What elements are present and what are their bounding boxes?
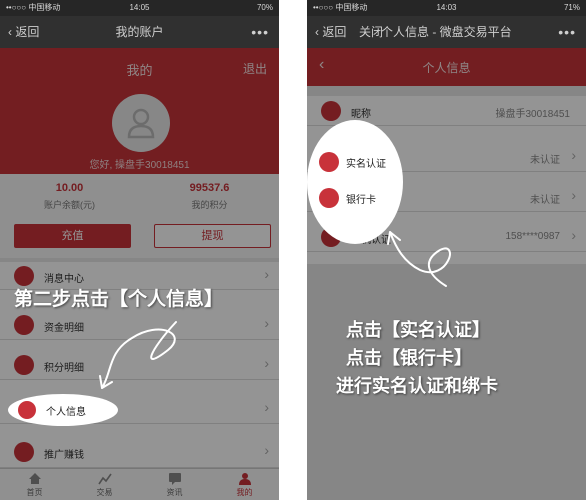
arrow-icon — [99, 321, 177, 389]
step-caption-right-3: 进行实名认证和绑卡 — [336, 376, 498, 396]
annotation-arrows — [99, 231, 451, 389]
step-caption-left: 第二步点击【个人信息】 — [14, 289, 224, 310]
arrow-icon — [387, 231, 451, 287]
step-caption-right-2: 点击【银行卡】 — [346, 348, 472, 368]
step-caption-right-1: 点击【实名认证】 — [346, 320, 490, 340]
